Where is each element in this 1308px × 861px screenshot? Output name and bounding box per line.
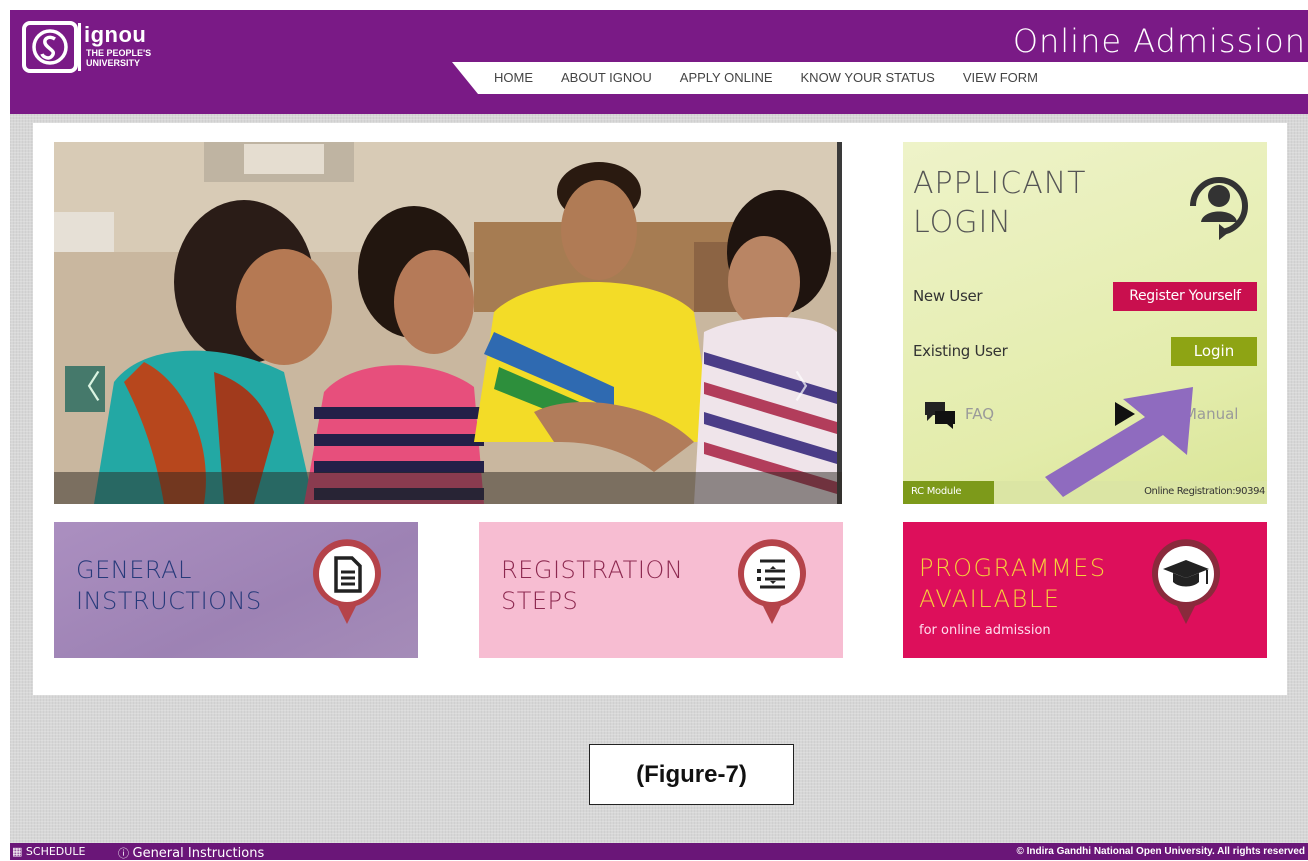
info-icon: ⓘ — [118, 847, 129, 860]
logo-tagline: THE PEOPLE'S UNIVERSITY — [86, 48, 151, 68]
nav-view-form[interactable]: VIEW FORM — [963, 70, 1038, 85]
programmes-available-tile[interactable]: PROGRAMMES AVAILABLE for online admissio… — [903, 522, 1267, 658]
rc-module-link[interactable]: RC Module — [911, 486, 962, 497]
nav-apply-online[interactable]: APPLY ONLINE — [680, 70, 773, 85]
schedule-link[interactable]: ▦ SCHEDULE — [12, 845, 85, 858]
general-instructions-text: GENERAL INSTRUCTIONS — [76, 555, 262, 617]
slider-photo — [54, 142, 842, 504]
programmes-available-line1: PROGRAMMES — [919, 554, 1107, 582]
logo-tagline-line1: THE PEOPLE'S — [86, 48, 152, 58]
calendar-icon: ▦ — [12, 845, 23, 858]
programmes-available-line2: AVAILABLE — [919, 585, 1061, 613]
nav-know-your-status[interactable]: KNOW YOUR STATUS — [801, 70, 935, 85]
main-nav: HOME ABOUT IGNOU APPLY ONLINE KNOW YOUR … — [452, 62, 1308, 94]
programmes-available-subtitle: for online admission — [919, 623, 1051, 638]
programmes-available-text: PROGRAMMES AVAILABLE — [919, 553, 1107, 615]
login-title-line2: LOGIN — [913, 205, 1012, 240]
general-instructions-footer-label: General Instructions — [132, 846, 265, 861]
slider-prev-button[interactable]: 〈 — [65, 366, 105, 412]
faq-link[interactable]: FAQ — [965, 405, 994, 423]
ignou-logo-icon[interactable] — [22, 20, 82, 74]
nav-about-ignou[interactable]: ABOUT IGNOU — [561, 70, 652, 85]
document-icon — [313, 539, 381, 624]
existing-user-label: Existing User — [913, 342, 1008, 360]
photo-slider[interactable] — [54, 142, 842, 504]
chat-bubbles-icon[interactable] — [923, 399, 957, 429]
logo-tagline-line2: UNIVERSITY — [86, 58, 141, 68]
registration-steps-tile[interactable]: REGISTRATION STEPS — [479, 522, 843, 658]
general-instructions-line1: GENERAL — [76, 556, 192, 584]
login-button[interactable]: Login — [1171, 337, 1257, 366]
site-title: Online Admission — [1012, 22, 1306, 60]
schedule-label: SCHEDULE — [25, 845, 86, 858]
steps-list-icon — [738, 539, 806, 624]
general-instructions-link[interactable]: ⓘ General Instructions — [118, 845, 264, 861]
graduation-cap-icon — [1152, 539, 1220, 624]
new-user-label: New User — [913, 287, 983, 305]
nav-home[interactable]: HOME — [494, 70, 533, 85]
general-instructions-tile[interactable]: GENERAL INSTRUCTIONS — [54, 522, 418, 658]
register-yourself-button[interactable]: Register Yourself — [1113, 282, 1257, 311]
login-title-line1: APPLICANT — [913, 166, 1087, 201]
slider-next-button[interactable]: 〉 — [790, 366, 830, 412]
copyright-text: © Indira Gandhi National Open University… — [1016, 846, 1305, 857]
user-refresh-icon — [1190, 177, 1248, 240]
registration-steps-line2: STEPS — [501, 587, 579, 615]
general-instructions-line2: INSTRUCTIONS — [76, 587, 262, 615]
registration-steps-line1: REGISTRATION — [501, 556, 684, 584]
annotation-arrow-icon — [1045, 387, 1193, 497]
logo-wordmark: ignou — [84, 22, 147, 47]
registration-steps-text: REGISTRATION STEPS — [501, 555, 683, 617]
login-title: APPLICANT LOGIN — [913, 164, 1087, 242]
site-footer: ▦ SCHEDULE ⓘ General Instructions © Indi… — [10, 843, 1308, 861]
figure-caption: (Figure-7) — [589, 744, 794, 805]
